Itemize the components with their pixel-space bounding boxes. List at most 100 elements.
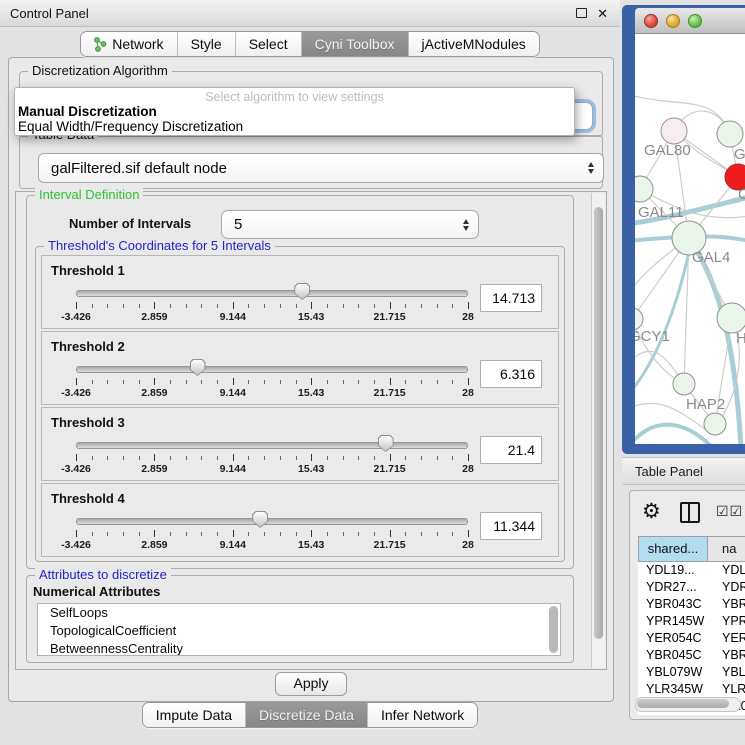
- network-canvas[interactable]: GAL80GCGAL11GAL4GCY1HHAP2: [635, 34, 745, 444]
- tick-mark: [186, 380, 187, 384]
- tab-select[interactable]: Select: [235, 32, 301, 56]
- threshold-value[interactable]: 14.713: [480, 284, 542, 312]
- table-hscrollbar-thumb[interactable]: [637, 699, 729, 708]
- column-header-shared-name[interactable]: shared...: [638, 536, 708, 562]
- column-header-name[interactable]: na: [708, 536, 745, 562]
- settings-scrollbar-thumb[interactable]: [594, 207, 603, 639]
- table-header: shared... na: [638, 536, 745, 562]
- tick-mark: [374, 380, 375, 384]
- network-node[interactable]: [635, 176, 653, 202]
- table-horizontal-scrollbar[interactable]: [635, 697, 741, 712]
- combo-arrows-icon: [588, 162, 603, 174]
- attribute-item[interactable]: SelfLoops: [38, 604, 560, 622]
- attribute-item[interactable]: TopologicalCoefficient: [38, 622, 560, 640]
- scale-label: 9.144: [220, 387, 246, 399]
- numerical-attributes-list[interactable]: SelfLoopsTopologicalCoefficientBetweenne…: [37, 603, 561, 656]
- minimize-traffic-light[interactable]: [666, 14, 680, 28]
- number-of-intervals-spinner[interactable]: 5: [221, 210, 479, 239]
- algorithm-option-manual[interactable]: Manual Discretization: [15, 104, 574, 119]
- tab-jactivemnodules[interactable]: jActiveMNodules: [408, 32, 539, 56]
- select-columns-checkboxes-icon[interactable]: ☑☑: [716, 503, 743, 520]
- columns-icon[interactable]: [680, 502, 700, 523]
- tick-mark: [201, 456, 202, 460]
- network-node[interactable]: [704, 413, 726, 435]
- settings-scroll-viewport: Interval Definition Number of Intervals …: [15, 191, 607, 670]
- slider-thumb[interactable]: [252, 511, 268, 528]
- tick-mark: [186, 304, 187, 308]
- network-node[interactable]: [717, 121, 743, 147]
- settings-vertical-scrollbar[interactable]: [591, 193, 605, 668]
- threshold-panel: Threshold 2 -3.4262.8599.14415.4321.7152…: [41, 331, 559, 405]
- tab-network-label: Network: [112, 36, 163, 52]
- table-row[interactable]: YER054CYER0: [638, 630, 745, 647]
- slider-track[interactable]: [76, 518, 468, 525]
- network-node-label: GAL80: [644, 142, 691, 159]
- scale-label: -3.426: [61, 463, 91, 475]
- algorithm-option-equal-width[interactable]: Equal Width/Frequency Discretization: [15, 119, 574, 134]
- tick-mark: [280, 532, 281, 536]
- apply-button[interactable]: Apply: [275, 672, 347, 696]
- algorithm-dropdown-popup: Select algorithm to view settings Manual…: [14, 87, 575, 136]
- tab-discretize-data[interactable]: Discretize Data: [245, 703, 367, 727]
- threshold-panel: Threshold 4 -3.4262.8599.14415.4321.7152…: [41, 483, 559, 557]
- tick-mark: [311, 454, 312, 461]
- tab-cyni-toolbox[interactable]: Cyni Toolbox: [301, 32, 408, 56]
- tick-mark: [327, 456, 328, 460]
- tab-style[interactable]: Style: [177, 32, 235, 56]
- tick-mark: [390, 378, 391, 385]
- threshold-value[interactable]: 11.344: [480, 512, 542, 540]
- threshold-value[interactable]: 21.4: [480, 436, 542, 464]
- table-data-combobox[interactable]: galFiltered.sif default node: [38, 153, 604, 183]
- zoom-traffic-light[interactable]: [688, 14, 702, 28]
- slider-thumb[interactable]: [378, 435, 394, 452]
- scale-label: 21.715: [374, 539, 406, 551]
- tick-mark: [421, 380, 422, 384]
- slider-track[interactable]: [76, 290, 468, 297]
- scale-label: 15.43: [298, 311, 324, 323]
- tab-network[interactable]: Network: [81, 32, 176, 56]
- gear-icon[interactable]: ⚙: [642, 499, 661, 525]
- tick-mark: [92, 380, 93, 384]
- table-row[interactable]: YLR345WYLR3: [638, 681, 745, 698]
- table-body: YDL19...YDL1YDR27...YDR2YBR043CYBR0YPR14…: [638, 562, 745, 715]
- network-node[interactable]: [635, 308, 643, 330]
- table-row[interactable]: YDL19...YDL1: [638, 562, 745, 579]
- table-row[interactable]: YPR145WYPR1: [638, 613, 745, 630]
- tick-mark: [248, 380, 249, 384]
- table-row[interactable]: YBR043CYBR0: [638, 596, 745, 613]
- slider-thumb[interactable]: [190, 359, 206, 376]
- close-icon[interactable]: ✕: [597, 7, 608, 20]
- close-traffic-light[interactable]: [644, 14, 658, 28]
- panel-title: Control Panel: [0, 6, 576, 21]
- table-row[interactable]: YBR045CYBR0: [638, 647, 745, 664]
- attributes-scrollbar-thumb[interactable]: [549, 606, 558, 653]
- slider-scale-labels: -3.4262.8599.14415.4321.71528: [76, 539, 468, 551]
- float-window-icon[interactable]: [576, 8, 587, 18]
- network-node[interactable]: [673, 373, 695, 395]
- slider-track[interactable]: [76, 366, 468, 373]
- scale-label: 2.859: [141, 311, 167, 323]
- table-cell: YPR1: [708, 613, 745, 630]
- slider-thumb[interactable]: [294, 283, 310, 300]
- scale-label: 21.715: [374, 463, 406, 475]
- threshold-value[interactable]: 6.316: [480, 360, 542, 388]
- network-node[interactable]: [661, 118, 687, 144]
- slider-track[interactable]: [76, 442, 468, 449]
- attributes-list-scrollbar[interactable]: [549, 606, 558, 653]
- tick-mark: [92, 456, 93, 460]
- table-cell: YPR145W: [638, 613, 708, 630]
- tab-impute-data[interactable]: Impute Data: [143, 703, 245, 727]
- tick-mark: [123, 304, 124, 308]
- tick-mark: [107, 304, 108, 308]
- attribute-item[interactable]: BetweennessCentrality: [38, 640, 560, 656]
- tick-mark: [248, 304, 249, 308]
- table-row[interactable]: YDR27...YDR2: [638, 579, 745, 596]
- tab-infer-network[interactable]: Infer Network: [367, 703, 477, 727]
- network-icon: [94, 37, 107, 52]
- tick-mark: [264, 304, 265, 308]
- tick-mark: [217, 304, 218, 308]
- tick-mark: [107, 380, 108, 384]
- network-node[interactable]: [717, 303, 745, 333]
- table-row[interactable]: YBL079WYBL0: [638, 664, 745, 681]
- scale-label: -3.426: [61, 311, 91, 323]
